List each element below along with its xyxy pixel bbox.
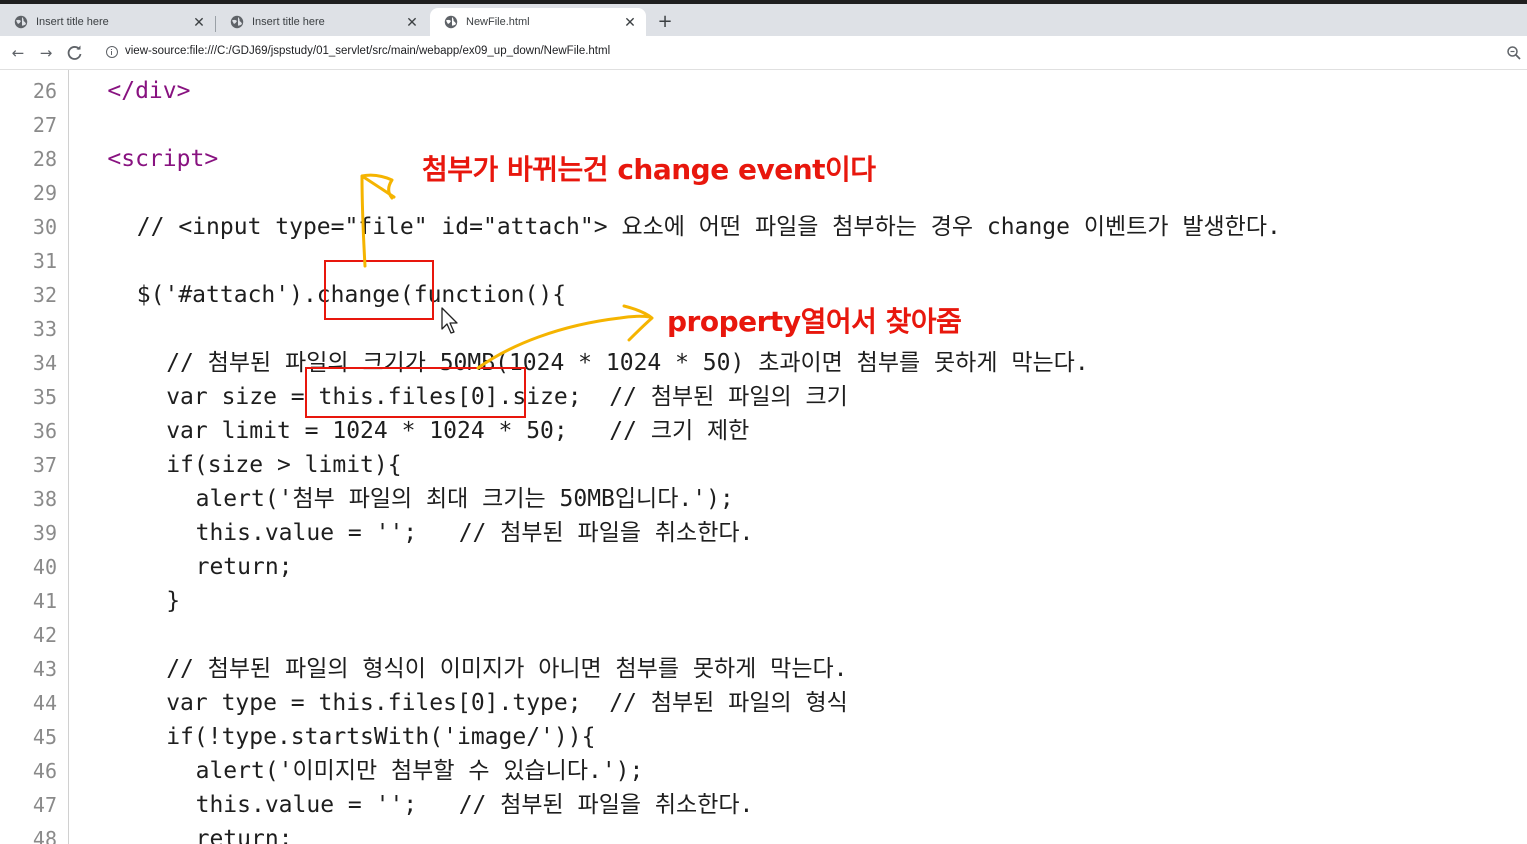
- annotation-arrows: [360, 173, 654, 370]
- arrow-to-property-note: [476, 304, 654, 370]
- mouse-cursor-icon: [441, 307, 458, 334]
- arrow-to-change-note: [360, 173, 396, 268]
- change-event-note: 첨부가 바뀌는건 change event이다: [422, 153, 876, 186]
- property-note: property열어서 찾아줌: [667, 305, 962, 338]
